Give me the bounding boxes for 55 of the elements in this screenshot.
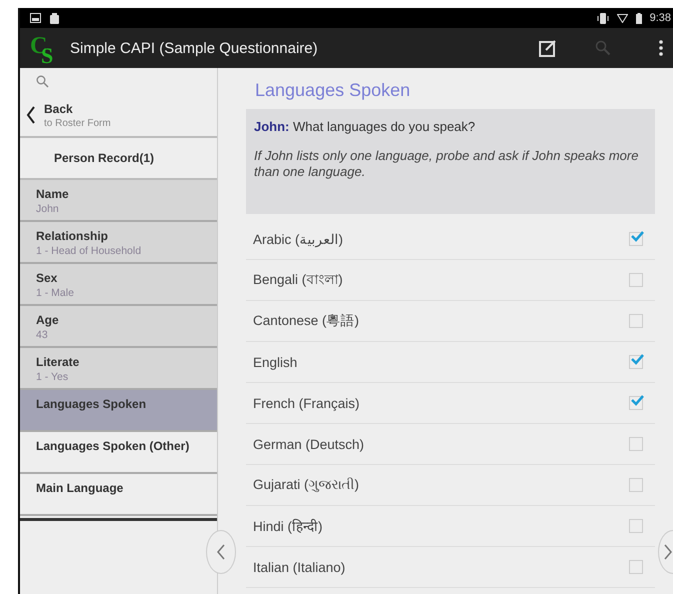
checkbox[interactable] — [629, 478, 643, 492]
checkbox[interactable] — [629, 355, 643, 369]
back-label: Back — [44, 102, 74, 116]
vibrate-icon — [596, 12, 609, 24]
item-value: 1 - Head of Household — [36, 245, 142, 257]
battery-icon — [636, 12, 642, 24]
checkbox[interactable] — [629, 314, 643, 328]
option-label: French (Français) — [253, 396, 360, 410]
option-label: Italian (Italiano) — [253, 560, 346, 574]
overflow-menu-icon[interactable] — [659, 39, 663, 57]
item-value: 43 — [36, 329, 49, 341]
item-value: 1 - Yes — [36, 371, 70, 383]
option-label: English — [253, 354, 298, 370]
question-title: Languages Spoken — [255, 80, 412, 101]
checkbox[interactable] — [629, 232, 643, 246]
option-label: Bengali (বাংলা) — [253, 270, 343, 289]
picture-notification-icon — [30, 13, 41, 23]
back-button[interactable]: Back to Roster Form — [20, 94, 217, 138]
back-subtitle: to Roster Form — [44, 118, 111, 128]
item-label: Literate — [36, 355, 80, 369]
item-value: 1 - Male — [36, 287, 75, 299]
help-text: If John lists only one language, probe and ask if John speaks more than one language. — [254, 148, 640, 180]
option-label: Hindi (हिन्दी) — [253, 518, 323, 535]
option-label: Arabic (العربية) — [253, 231, 344, 247]
option-label: German (Deutsch) — [253, 436, 364, 452]
search-icon[interactable] — [36, 74, 49, 88]
checkbox[interactable] — [629, 273, 643, 287]
chevron-left-icon — [217, 544, 225, 560]
checkbox[interactable] — [629, 560, 643, 574]
item-label: Languages Spoken — [36, 397, 148, 411]
sidebar-item[interactable]: Age 43 — [20, 306, 217, 348]
sidebar-item[interactable]: Name John — [20, 180, 217, 222]
search-icon[interactable] — [595, 40, 611, 56]
wifi-icon — [616, 14, 628, 22]
item-label: Age — [36, 313, 60, 327]
edit-icon[interactable] — [539, 39, 557, 57]
sidebar-item[interactable]: Languages Spoken — [20, 390, 217, 432]
status-time: 9:38 — [650, 12, 671, 24]
sidebar-item[interactable]: Relationship 1 - Head of Household — [20, 222, 217, 264]
item-label: Relationship — [36, 229, 110, 243]
question-text: John: What languages do you speak? — [254, 119, 476, 134]
chevron-right-icon — [664, 544, 672, 560]
checkbox[interactable] — [629, 519, 643, 533]
app-title: Simple CAPI (Sample Questionnaire) — [70, 40, 318, 56]
item-value: John — [36, 203, 60, 215]
sidebar-item[interactable]: Literate 1 - Yes — [20, 348, 217, 390]
option-label: Gujarati (ગુજરાતી) — [253, 477, 360, 493]
item-label: Name — [36, 187, 70, 201]
option-label: Cantonese (粵語) — [253, 312, 360, 330]
checkbox[interactable] — [629, 437, 643, 451]
item-label: Sex — [36, 271, 58, 285]
item-label: Main Language — [36, 481, 124, 495]
item-label: Languages Spoken (Other) — [36, 439, 190, 453]
sidebar-item[interactable]: Sex 1 - Male — [20, 264, 217, 306]
checkbox[interactable] — [629, 396, 643, 410]
